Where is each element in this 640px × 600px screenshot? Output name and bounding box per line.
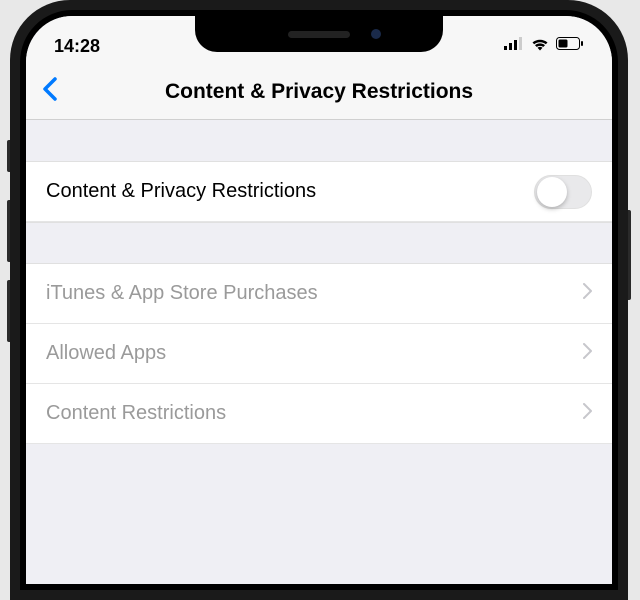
chevron-right-icon bbox=[583, 403, 592, 424]
status-time: 14:28 bbox=[54, 36, 100, 57]
page-title: Content & Privacy Restrictions bbox=[38, 80, 600, 104]
chevron-right-icon bbox=[583, 283, 592, 304]
section-spacer bbox=[26, 222, 612, 264]
row-label: iTunes & App Store Purchases bbox=[46, 282, 318, 305]
back-button[interactable] bbox=[42, 77, 58, 106]
nav-row-content-restrictions[interactable]: Content Restrictions bbox=[26, 384, 612, 444]
cellular-icon bbox=[504, 37, 524, 55]
nav-row-itunes-purchases[interactable]: iTunes & App Store Purchases bbox=[26, 264, 612, 324]
section-spacer bbox=[26, 120, 612, 162]
wifi-icon bbox=[530, 37, 550, 56]
row-label: Allowed Apps bbox=[46, 342, 166, 365]
navigation-bar: Content & Privacy Restrictions bbox=[26, 64, 612, 120]
battery-icon bbox=[556, 37, 584, 55]
nav-row-allowed-apps[interactable]: Allowed Apps bbox=[26, 324, 612, 384]
chevron-right-icon bbox=[583, 343, 592, 364]
content-privacy-toggle-row: Content & Privacy Restrictions bbox=[26, 162, 612, 222]
row-label: Content Restrictions bbox=[46, 402, 226, 425]
content-privacy-toggle[interactable] bbox=[534, 175, 592, 209]
toggle-label: Content & Privacy Restrictions bbox=[46, 180, 316, 203]
